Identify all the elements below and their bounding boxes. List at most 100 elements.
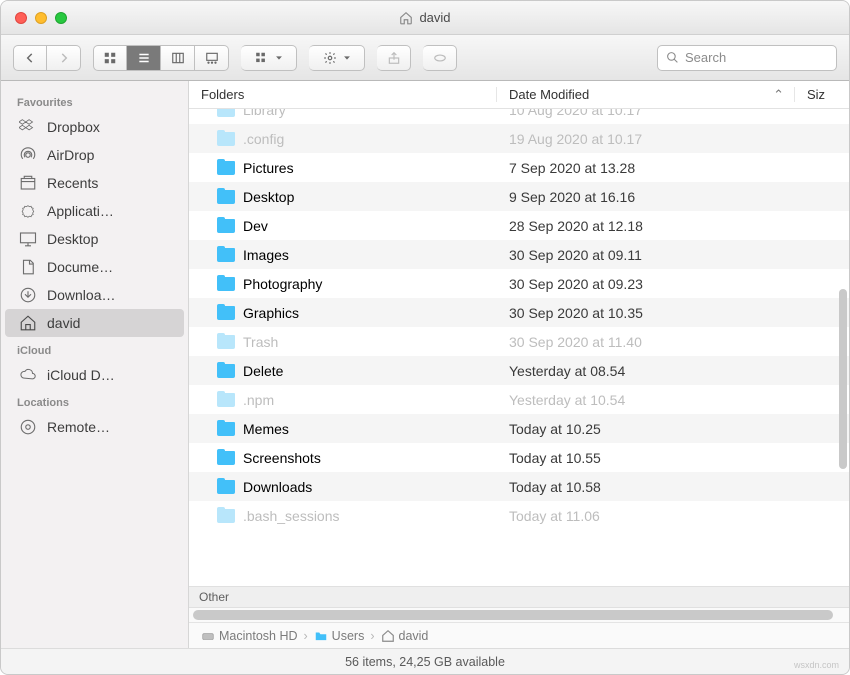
file-date: 30 Sep 2020 at 09.11 (497, 247, 794, 263)
folder-icon (217, 306, 235, 320)
table-row[interactable]: Pictures7 Sep 2020 at 13.28 (189, 153, 849, 182)
action-button[interactable] (309, 45, 365, 71)
horizontal-scrollbar[interactable] (189, 608, 849, 622)
action-menu (309, 45, 365, 71)
search-icon (666, 51, 679, 64)
home-icon (399, 11, 413, 25)
sidebar-item-label: david (47, 315, 80, 331)
table-row[interactable]: Images30 Sep 2020 at 09.11 (189, 240, 849, 269)
file-name: .config (243, 131, 284, 147)
sidebar-item-icloud-d-[interactable]: iCloud D… (5, 361, 184, 389)
search-placeholder: Search (685, 50, 726, 65)
sidebar-item-docume-[interactable]: Docume… (5, 253, 184, 281)
forward-button[interactable] (47, 45, 81, 71)
table-row[interactable]: .bash_sessions Today at 11.06 (189, 501, 849, 530)
path-segment[interactable]: david (381, 629, 429, 643)
file-date: Yesterday at 08.54 (497, 363, 794, 379)
vertical-scrollbar[interactable] (839, 289, 847, 469)
file-date: Today at 11.06 (497, 508, 794, 524)
table-row[interactable]: Delete Yesterday at 08.54 (189, 356, 849, 385)
sidebar-item-applicati-[interactable]: Applicati… (5, 197, 184, 225)
sidebar-item-label: Downloa… (47, 287, 115, 303)
file-date: 30 Sep 2020 at 09.23 (497, 276, 794, 292)
path-segment[interactable]: Users (314, 629, 365, 643)
sidebar-item-dropbox[interactable]: Dropbox (5, 113, 184, 141)
folder-icon (217, 161, 235, 175)
nav-buttons (13, 45, 81, 71)
sidebar-item-remote-[interactable]: Remote… (5, 413, 184, 441)
table-row[interactable]: .config19 Aug 2020 at 10.17 (189, 124, 849, 153)
chevron-right-icon: › (370, 629, 374, 643)
file-name: Desktop (243, 189, 294, 205)
file-date: 10 Aug 2020 at 10.17 (497, 109, 794, 118)
sort-indicator-icon: ⌃ (773, 87, 784, 103)
folder-icon (217, 248, 235, 262)
file-name: Downloads (243, 479, 312, 495)
folder-icon (217, 393, 235, 407)
gallery-view-button[interactable] (195, 45, 229, 71)
airdrop-icon (19, 146, 37, 164)
path-segment[interactable]: Macintosh HD (201, 629, 298, 643)
file-name: Screenshots (243, 450, 321, 466)
file-name: Trash (243, 334, 278, 350)
search-field[interactable]: Search (657, 45, 837, 71)
folder-icon (314, 629, 328, 643)
list-view-button[interactable] (127, 45, 161, 71)
disc-icon (19, 418, 37, 436)
sidebar-heading: Locations (1, 389, 188, 413)
table-row[interactable]: ScreenshotsToday at 10.55 (189, 443, 849, 472)
column-headers: Folders Date Modified ⌃ Siz (189, 81, 849, 109)
zoom-icon[interactable] (55, 12, 67, 24)
minimize-icon[interactable] (35, 12, 47, 24)
sidebar-item-airdrop[interactable]: AirDrop (5, 141, 184, 169)
table-row[interactable]: .npmYesterday at 10.54 (189, 385, 849, 414)
finder-window: david (0, 0, 850, 675)
column-view-button[interactable] (161, 45, 195, 71)
file-name: .bash_sessions (243, 508, 340, 524)
toolbar: Search (1, 35, 849, 81)
column-folders[interactable]: Folders (189, 87, 497, 102)
file-name: Dev (243, 218, 268, 234)
sidebar-item-recents[interactable]: Recents (5, 169, 184, 197)
table-row[interactable]: Library10 Aug 2020 at 10.17 (189, 109, 849, 124)
sidebar-item-downloa-[interactable]: Downloa… (5, 281, 184, 309)
group-by-button[interactable] (241, 45, 297, 71)
sidebar-item-label: Dropbox (47, 119, 100, 135)
sidebar-heading: Favourites (1, 89, 188, 113)
titlebar: david (1, 1, 849, 35)
file-name: Photography (243, 276, 322, 292)
folder-icon (217, 132, 235, 146)
file-name: Graphics (243, 305, 299, 321)
folder-icon (217, 480, 235, 494)
back-button[interactable] (13, 45, 47, 71)
icon-view-button[interactable] (93, 45, 127, 71)
table-row[interactable]: Photography 30 Sep 2020 at 09.23 (189, 269, 849, 298)
file-date: Today at 10.25 (497, 421, 794, 437)
sidebar: Favourites Dropbox AirDrop Recents Applicati… (1, 81, 189, 648)
folder-icon (217, 277, 235, 291)
file-date: Yesterday at 10.54 (497, 392, 794, 408)
folder-icon (217, 509, 235, 523)
sidebar-item-desktop[interactable]: Desktop (5, 225, 184, 253)
table-row[interactable]: DownloadsToday at 10.58 (189, 472, 849, 501)
close-icon[interactable] (15, 12, 27, 24)
share-button[interactable] (377, 45, 411, 71)
sidebar-item-label: Applicati… (47, 203, 114, 219)
chevron-right-icon: › (304, 629, 308, 643)
path-bar: Macintosh HD › Users › david (189, 622, 849, 648)
table-row[interactable]: MemesToday at 10.25 (189, 414, 849, 443)
hdd-icon (201, 629, 215, 643)
table-row[interactable]: Desktop 9 Sep 2020 at 16.16 (189, 182, 849, 211)
file-date: 28 Sep 2020 at 12.18 (497, 218, 794, 234)
tags-button[interactable] (423, 45, 457, 71)
file-date: 9 Sep 2020 at 16.16 (497, 189, 794, 205)
file-name: Delete (243, 363, 283, 379)
group-header-other[interactable]: Other (189, 586, 849, 608)
column-size[interactable]: Siz (794, 87, 849, 102)
table-row[interactable]: Trash30 Sep 2020 at 11.40 (189, 327, 849, 356)
table-row[interactable]: Graphics30 Sep 2020 at 10.35 (189, 298, 849, 327)
table-row[interactable]: Dev 28 Sep 2020 at 12.18 (189, 211, 849, 240)
sidebar-item-david[interactable]: david (5, 309, 184, 337)
column-date-modified[interactable]: Date Modified ⌃ (497, 87, 794, 103)
sidebar-item-label: AirDrop (47, 147, 94, 163)
